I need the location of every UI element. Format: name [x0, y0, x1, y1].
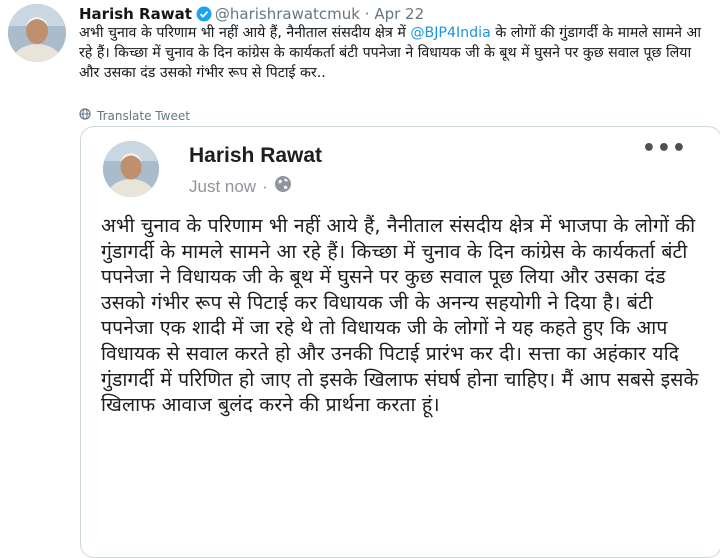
globe-icon	[274, 175, 292, 198]
post-time[interactable]: Just now	[189, 177, 256, 197]
post-text: अभी चुनाव के परिणाम भी नहीं आये हैं, नैन…	[101, 214, 699, 417]
post-author-name[interactable]: Harish Rawat	[189, 144, 322, 168]
translate-icon	[79, 108, 91, 123]
embedded-post-card[interactable]: Harish Rawat Just now · ••• अभी चुनाव के…	[80, 126, 720, 558]
tweet-date[interactable]: Apr 22	[374, 5, 424, 23]
author-avatar[interactable]	[8, 4, 66, 62]
author-name[interactable]: Harish Rawat	[79, 5, 192, 23]
post-separator: ·	[262, 176, 268, 196]
post-author-avatar[interactable]	[103, 141, 159, 197]
separator-dot: ·	[364, 5, 370, 23]
mention-link[interactable]: @BJP4India	[410, 25, 491, 41]
author-handle[interactable]: @harishrawatcmuk	[215, 5, 360, 23]
tweet-text: अभी चुनाव के परिणाम भी नहीं आये हैं, नैन…	[79, 23, 711, 83]
translate-label: Translate Tweet	[97, 108, 190, 123]
translate-tweet-link[interactable]: Translate Tweet	[79, 108, 190, 123]
tweet-text-part1: अभी चुनाव के परिणाम भी नहीं आये हैं, नैन…	[79, 25, 411, 41]
more-options-icon[interactable]: •••	[642, 138, 687, 160]
post-timestamp: Just now ·	[189, 175, 292, 198]
tweet: Harish Rawat @harishrawatcmuk · Apr 22 अभ…	[0, 0, 720, 558]
